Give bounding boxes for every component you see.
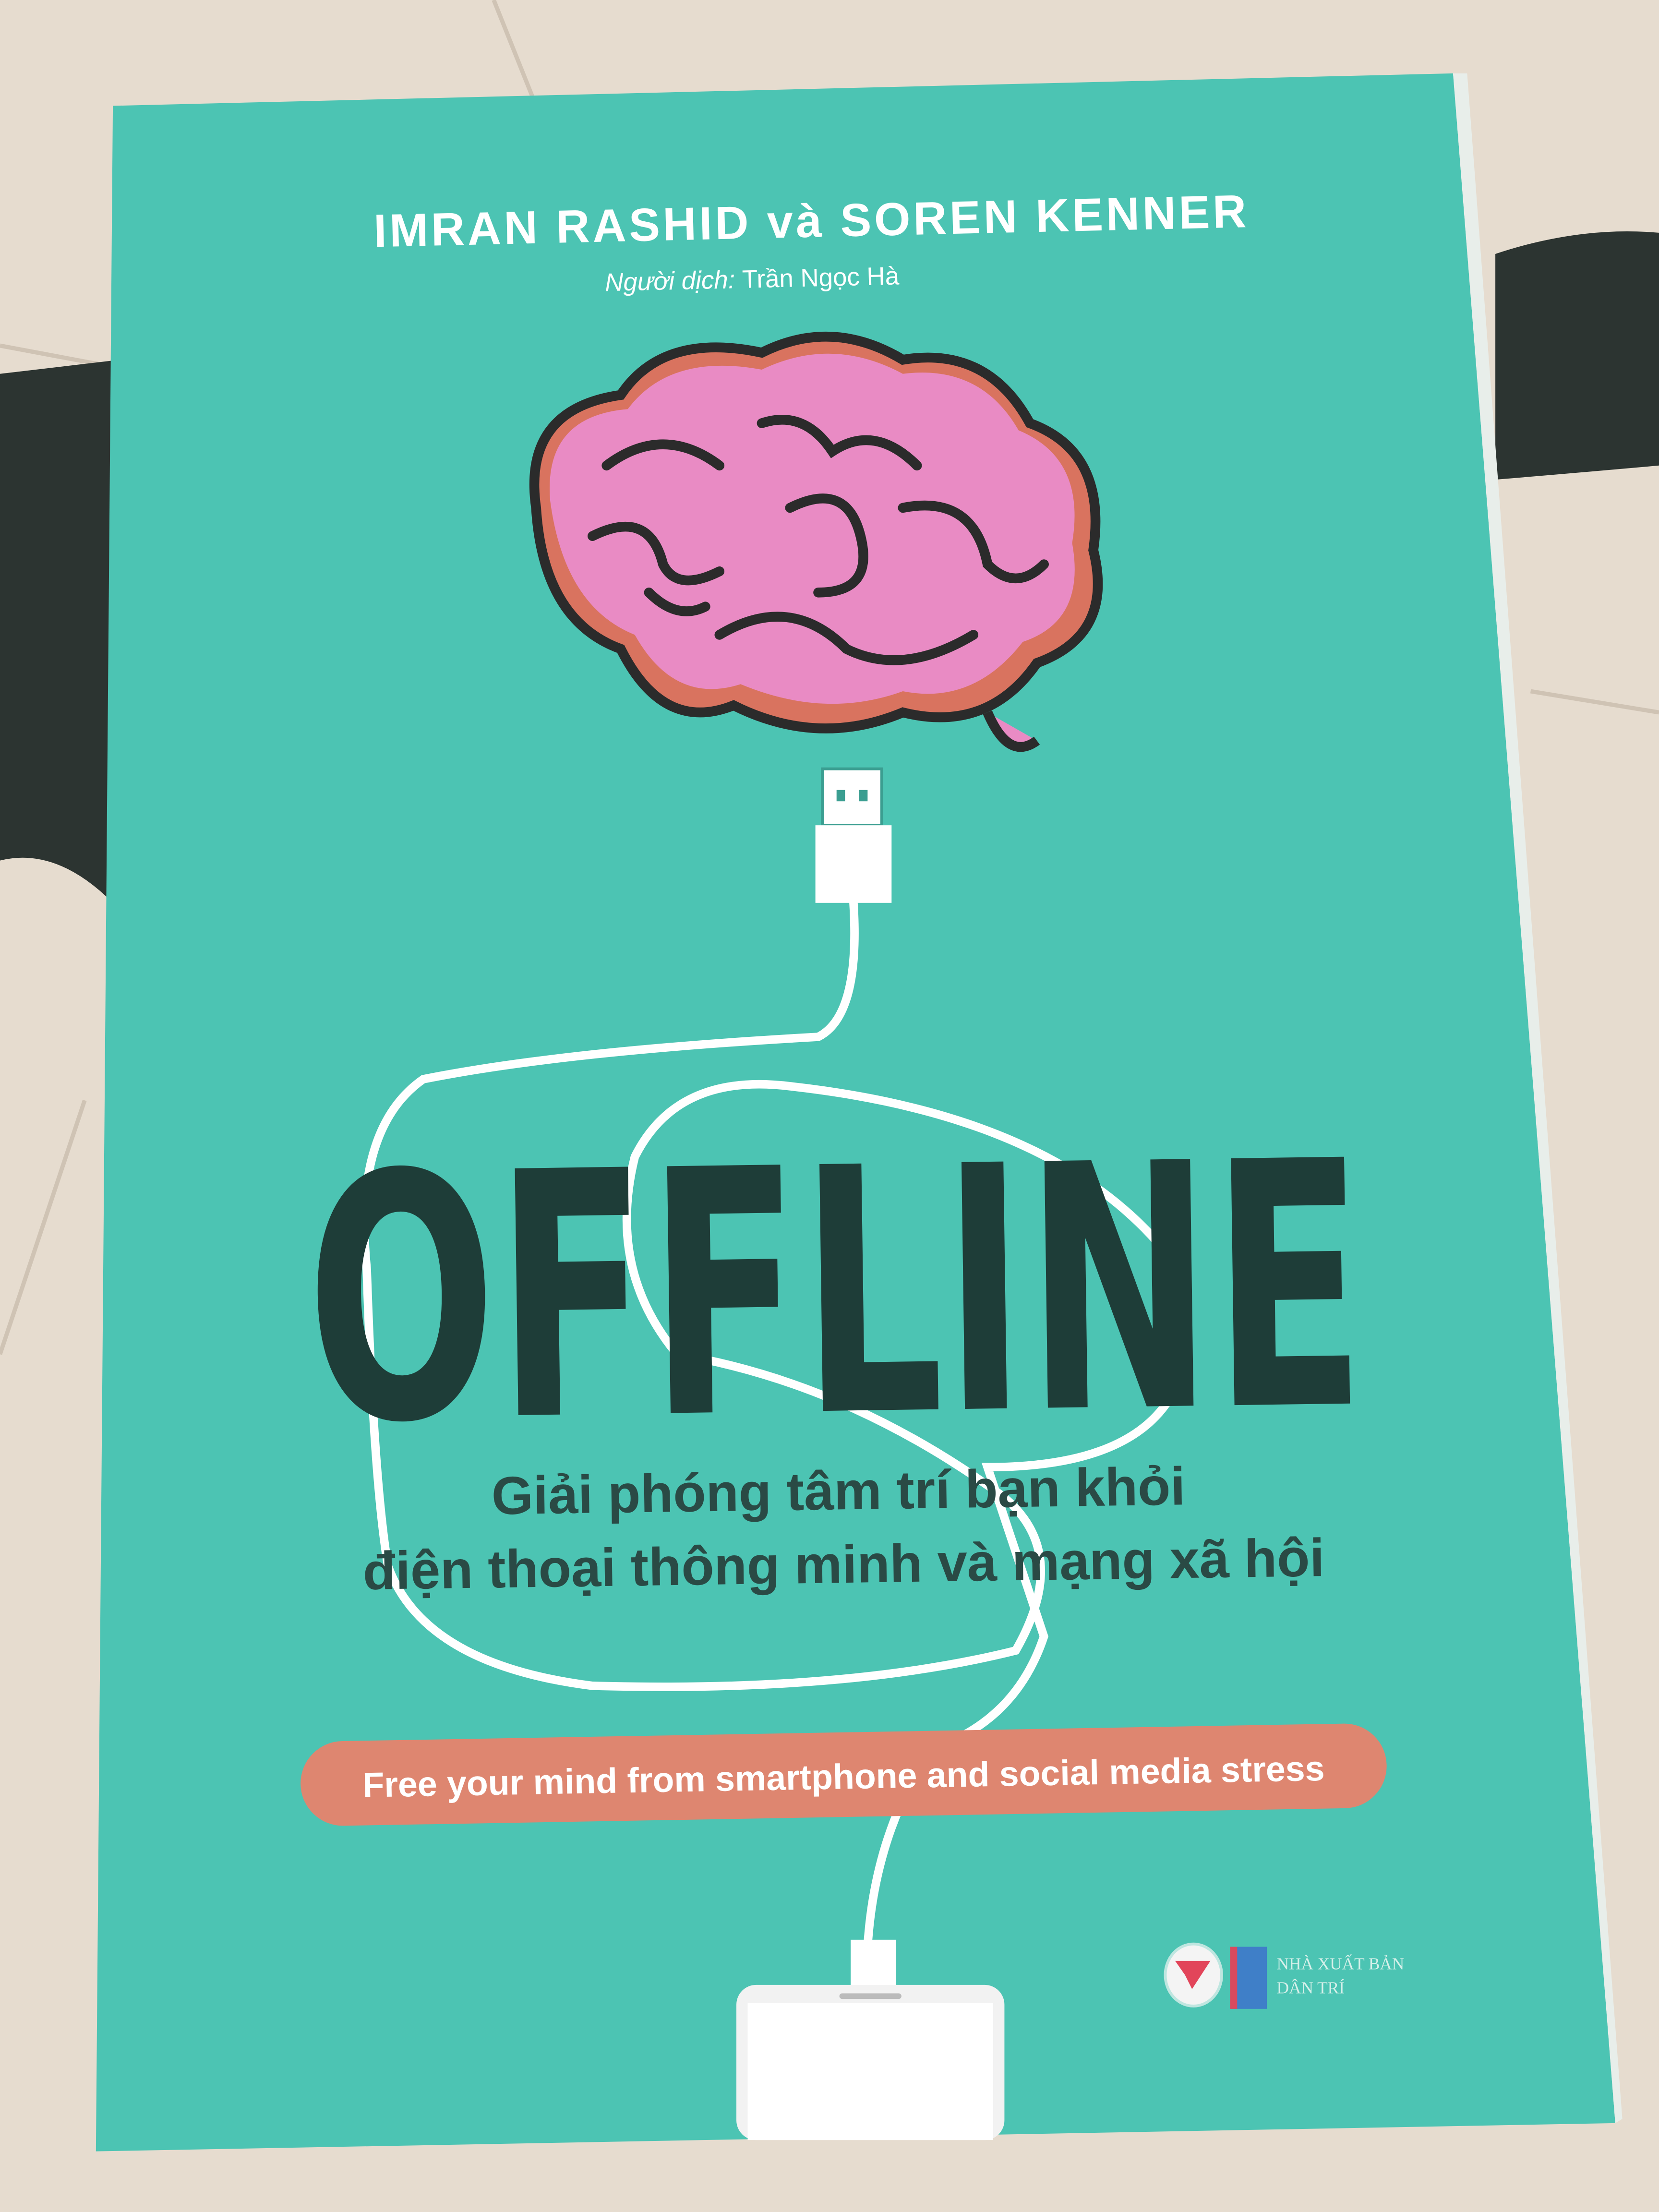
publisher-line-2: DÂN TRÍ	[1277, 1978, 1345, 1997]
subtitle-line-1: Giải phóng tâm trí bạn khỏi	[491, 1456, 1186, 1526]
usb-plug-icon	[815, 767, 892, 903]
dark-tube-right	[1495, 231, 1659, 480]
publisher-line-1: NHÀ XUẤT BẢN	[1277, 1954, 1405, 1973]
book-title: OFFLINE	[304, 1089, 1367, 1498]
dark-tube-left	[0, 360, 120, 903]
translator-name: Trần Ngọc Hà	[742, 262, 900, 293]
book-photo: IMRAN RASHID và SOREN KENNER Người dịch:…	[0, 0, 1659, 2212]
translator-label: Người dịch:	[605, 265, 735, 297]
